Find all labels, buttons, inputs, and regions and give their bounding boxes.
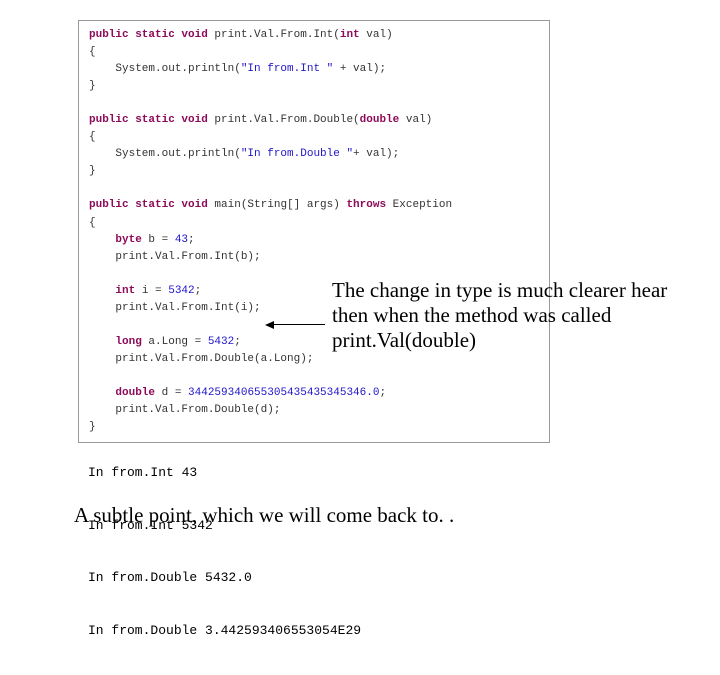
- code-token: Exception: [386, 199, 452, 211]
- code-token: "In from.Int ": [241, 63, 333, 75]
- code-token: + val);: [333, 63, 386, 75]
- code-token: main(String[] args): [208, 199, 347, 211]
- code-token: print.Val.From.Int(b);: [89, 251, 261, 263]
- code-token: byte: [115, 234, 141, 246]
- code-token: {: [89, 217, 96, 229]
- code-token: "In from.Double ": [241, 148, 353, 160]
- output-line: In from.Int 43: [88, 464, 361, 482]
- code-token: double: [115, 387, 155, 399]
- code-token: int: [115, 285, 135, 297]
- slide: public static void print.Val.From.Int(in…: [0, 0, 720, 540]
- output-line: In from.Double 5432.0: [88, 569, 361, 587]
- code-token: 5342: [168, 285, 194, 297]
- code-token: public static void: [89, 199, 208, 211]
- code-token: [89, 336, 115, 348]
- code-token: + val);: [353, 148, 399, 160]
- code-token: val): [399, 114, 432, 126]
- code-token: d =: [155, 387, 188, 399]
- code-token: 344259340655305435435345346.0: [188, 387, 379, 399]
- code-token: }: [89, 165, 96, 177]
- code-token: int: [340, 29, 360, 41]
- code-token: print.Val.From.Double(d);: [89, 404, 280, 416]
- program-output: In from.Int 43 In from.Int 5342 In from.…: [88, 429, 361, 675]
- code-token: ;: [234, 336, 241, 348]
- code-token: print.Val.From.Double(a.Long);: [89, 353, 313, 365]
- code-token: b =: [142, 234, 175, 246]
- code-token: 43: [175, 234, 188, 246]
- code-token: i =: [135, 285, 168, 297]
- code-token: print.Val.From.Int(: [208, 29, 340, 41]
- code-token: public static void: [89, 114, 208, 126]
- code-token: ;: [188, 234, 195, 246]
- code-token: ;: [195, 285, 202, 297]
- annotation-text: The change in type is much clearer hear …: [332, 278, 694, 354]
- code-token: System.out.println(: [89, 148, 241, 160]
- output-line: In from.Double 3.442593406553054E29: [88, 622, 361, 640]
- code-token: public static void: [89, 29, 208, 41]
- code-token: a.Long =: [142, 336, 208, 348]
- code-token: 5432: [208, 336, 234, 348]
- code-token: {: [89, 131, 96, 143]
- arrow-left-icon: [265, 321, 325, 329]
- code-token: print.Val.From.Double(: [208, 114, 360, 126]
- code-token: [89, 285, 115, 297]
- code-token: long: [115, 336, 141, 348]
- code-token: }: [89, 80, 96, 92]
- code-token: {: [89, 46, 96, 58]
- code-token: ;: [379, 387, 386, 399]
- code-token: System.out.println(: [89, 63, 241, 75]
- code-token: [89, 234, 115, 246]
- code-token: throws: [346, 199, 386, 211]
- code-token: print.Val.From.Int(i);: [89, 302, 261, 314]
- code-token: double: [360, 114, 400, 126]
- footer-text: A subtle point, which we will come back …: [74, 503, 454, 528]
- code-token: val): [360, 29, 393, 41]
- code-block: public static void print.Val.From.Int(in…: [78, 20, 550, 443]
- code-token: [89, 387, 115, 399]
